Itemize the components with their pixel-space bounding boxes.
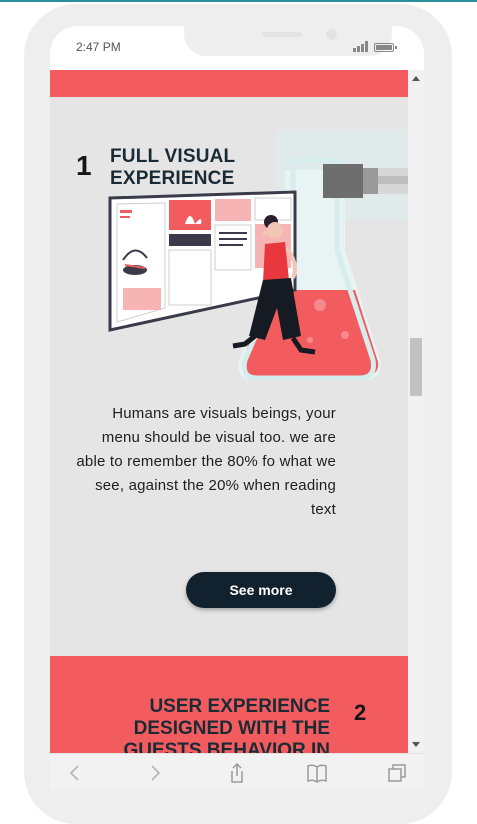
bookmarks-icon[interactable]: [306, 762, 328, 784]
share-icon[interactable]: [226, 762, 248, 784]
speaker-slot: [262, 32, 302, 37]
forward-icon[interactable]: [144, 762, 166, 784]
signal-icon: [353, 41, 368, 52]
scroll-down-arrow-icon[interactable]: [412, 742, 420, 747]
browser-bottom-bar: [50, 753, 424, 789]
section2-title: USER EXPERIENCE DESIGNED WITH THE GUESTS…: [110, 696, 330, 753]
vertical-scrollbar[interactable]: [408, 70, 424, 753]
scroll-up-arrow-icon[interactable]: [412, 76, 420, 81]
tabs-icon[interactable]: [386, 762, 408, 784]
section-number: 1: [76, 150, 92, 181]
section2-number: 2: [354, 700, 367, 725]
page-viewport: 1 FULL VISUAL EXPERIENCE Humans are visu…: [50, 70, 408, 753]
battery-icon: [374, 43, 397, 52]
section-description: Humans are visuals beings, your menu sho…: [76, 405, 336, 518]
scroll-thumb[interactable]: [410, 338, 422, 396]
section2-title-line: USER EXPERIENCE: [149, 696, 330, 717]
red-header-band: [50, 70, 408, 97]
see-more-button[interactable]: See more: [186, 572, 336, 608]
section2-title-line: DESIGNED WITH THE: [133, 718, 330, 739]
status-icons: [353, 41, 397, 52]
camera-dot: [326, 29, 337, 40]
section2-block: USER EXPERIENCE DESIGNED WITH THE GUESTS…: [50, 656, 408, 753]
back-icon[interactable]: [64, 762, 86, 784]
section-title-line: EXPERIENCE: [110, 168, 235, 189]
status-time: 2:47 PM: [76, 40, 121, 54]
section-title-line: FULL VISUAL: [110, 146, 236, 167]
top-accent-line: [0, 0, 477, 2]
section-title: FULL VISUAL EXPERIENCE: [110, 146, 280, 190]
section2-title-line: GUESTS BEHAVIOR IN: [123, 740, 330, 753]
